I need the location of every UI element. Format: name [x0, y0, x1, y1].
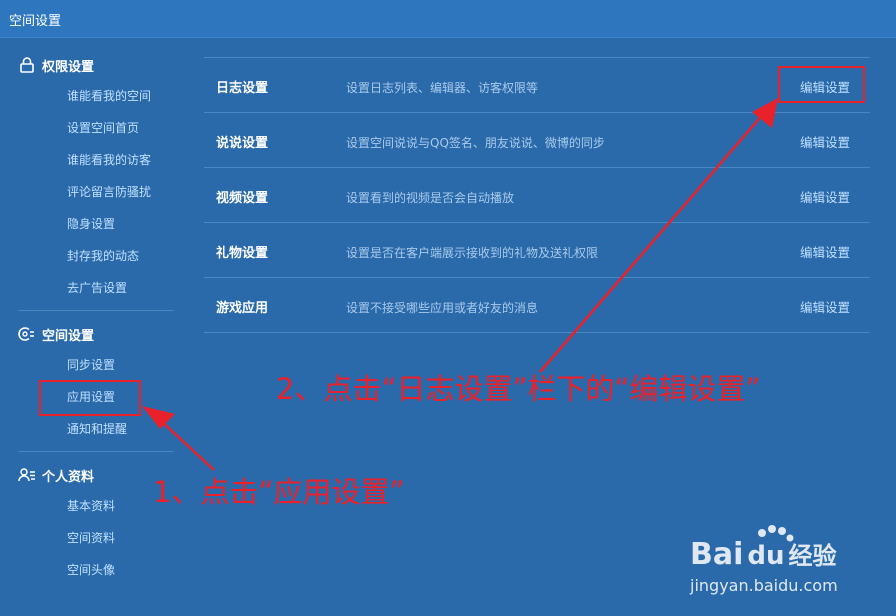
- sidebar-item-archive-feeds[interactable]: 封存我的动态: [18, 240, 176, 272]
- settings-row-shuoshuo: 说说设置 设置空间说说与QQ签名、朋友说说、微博的同步 编辑设置: [204, 112, 870, 167]
- edit-settings-link-gift[interactable]: 编辑设置: [800, 242, 850, 261]
- settings-row-games: 游戏应用 设置不接受哪些应用或者好友的消息 编辑设置: [204, 277, 870, 333]
- sidebar-item-set-homepage[interactable]: 设置空间首页: [18, 112, 176, 144]
- row-description: 设置日志列表、编辑器、访客权限等: [346, 81, 539, 95]
- settings-row-video: 视频设置 设置看到的视频是否会自动播放 编辑设置: [204, 167, 870, 222]
- window-title: 空间设置: [9, 14, 62, 29]
- row-description: 设置看到的视频是否会自动播放: [346, 191, 515, 205]
- sidebar-item-who-can-view-visitors[interactable]: 谁能看我的访客: [18, 144, 176, 176]
- edit-settings-link-shuoshuo[interactable]: 编辑设置: [800, 132, 850, 151]
- sidebar-item-sync-settings[interactable]: 同步设置: [18, 349, 176, 381]
- annotation-step-1: 1、点击“应用设置”: [153, 475, 405, 509]
- sidebar-item-who-can-view-space[interactable]: 谁能看我的空间: [18, 80, 176, 112]
- sidebar-group-header: 空间设置: [18, 319, 176, 349]
- edit-settings-link-games[interactable]: 编辑设置: [800, 297, 850, 316]
- row-title: 日志设置: [216, 81, 269, 96]
- sidebar-group-label: 个人资料: [42, 469, 95, 485]
- sidebar-divider: [18, 451, 174, 452]
- annotation-step-2: 2、点击“日志设置”栏下的“编辑设置”: [276, 372, 761, 406]
- row-description: 设置是否在客户端展示接收到的礼物及送礼权限: [346, 246, 599, 260]
- sidebar-divider: [18, 310, 174, 311]
- row-description: 设置空间说说与QQ签名、朋友说说、微博的同步: [346, 136, 605, 150]
- row-title: 说说设置: [216, 136, 269, 151]
- window-titlebar: 空间设置: [0, 0, 896, 38]
- baidu-jingyan-watermark: Bai du 经验 jingyan.baidu.com: [690, 520, 880, 600]
- settings-row-gift: 礼物设置 设置是否在客户端展示接收到的礼物及送礼权限 编辑设置: [204, 222, 870, 277]
- lock-icon: [18, 57, 36, 73]
- settings-row-blog: 日志设置 设置日志列表、编辑器、访客权限等 编辑设置: [204, 57, 870, 112]
- row-title: 视频设置: [216, 191, 269, 206]
- paw-icon: [758, 525, 794, 542]
- row-title: 游戏应用: [216, 301, 269, 316]
- highlight-box-edit-settings: [778, 66, 865, 103]
- highlight-box-app-settings: [39, 380, 141, 416]
- sidebar-group-label: 权限设置: [42, 59, 95, 75]
- edit-settings-link-video[interactable]: 编辑设置: [800, 187, 850, 206]
- watermark-url: jingyan.baidu.com: [690, 576, 838, 595]
- row-title: 礼物设置: [216, 246, 269, 261]
- user-list-icon: [18, 467, 36, 483]
- sidebar-group-header: 权限设置: [18, 50, 176, 80]
- row-description: 设置不接受哪些应用或者好友的消息: [346, 301, 539, 315]
- watermark-logo: Bai du 经验: [690, 525, 837, 572]
- gear-sync-icon: [18, 326, 36, 342]
- sidebar-group-permissions: 权限设置 谁能看我的空间 设置空间首页 谁能看我的访客 评论留言防骚扰 隐身设置…: [18, 50, 176, 304]
- settings-list: 日志设置 设置日志列表、编辑器、访客权限等 编辑设置 说说设置 设置空间说说与Q…: [204, 57, 870, 333]
- sidebar-item-invisible[interactable]: 隐身设置: [18, 208, 176, 240]
- sidebar-item-remove-ads[interactable]: 去广告设置: [18, 272, 176, 304]
- sidebar-item-space-avatar[interactable]: 空间头像: [18, 554, 176, 586]
- sidebar-item-notifications[interactable]: 通知和提醒: [18, 413, 176, 445]
- sidebar-item-space-profile[interactable]: 空间资料: [18, 522, 176, 554]
- sidebar-group-label: 空间设置: [42, 328, 95, 344]
- sidebar-item-anti-harassment[interactable]: 评论留言防骚扰: [18, 176, 176, 208]
